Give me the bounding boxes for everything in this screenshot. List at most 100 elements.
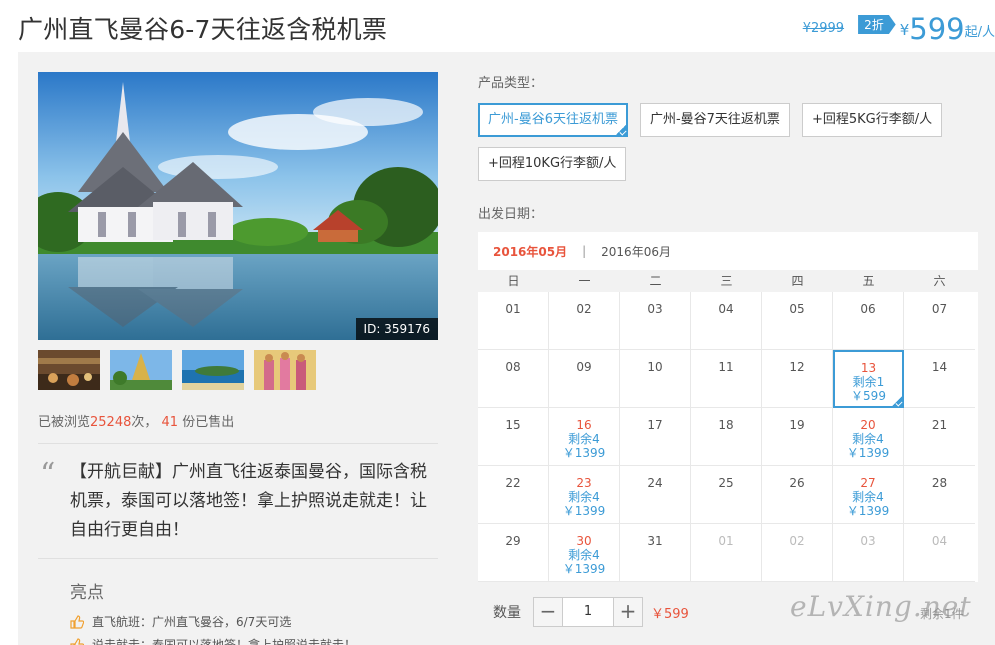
day-number: 14	[931, 360, 948, 374]
day-stock: 剩余4	[568, 490, 600, 504]
day-number: 01	[505, 302, 521, 316]
original-price: ¥2999	[802, 21, 845, 36]
weekday: 六	[933, 274, 946, 288]
day-number: 28	[931, 476, 948, 490]
calendar-day: 21	[904, 408, 975, 466]
weekday: 三	[720, 274, 733, 288]
highlight-item: 直飞航班：广州直飞曼谷，6/7天可选	[70, 613, 291, 630]
thumbnail-temple	[110, 350, 172, 390]
quantity-input[interactable]: 1	[563, 597, 613, 627]
weekday: 日	[507, 274, 520, 288]
product-option-5kg[interactable]: +回程5KG行李额/人	[801, 103, 943, 137]
calendar-day: 26	[762, 466, 833, 524]
calendar-day: 15	[478, 408, 549, 466]
calendar-day[interactable]: 30 剩余4 ￥1399	[549, 524, 620, 582]
discount-badge: 2折	[858, 15, 896, 34]
calendar-day[interactable]: 16 剩余4 ￥1399	[549, 408, 620, 466]
calendar-day[interactable]: 23 剩余4 ￥1399	[549, 466, 620, 524]
day-number: 18	[718, 418, 734, 432]
calendar-day: 03	[833, 524, 904, 582]
thumbnail[interactable]	[38, 350, 100, 390]
product-option-6day[interactable]: 广州-曼谷6天往返机票	[478, 103, 628, 137]
calendar-day: 01	[478, 292, 549, 350]
weekday: 二	[649, 274, 662, 288]
highlight-text: 直飞航班：广州直飞曼谷，6/7天可选	[92, 615, 292, 629]
sold-count: 41	[161, 415, 179, 430]
calendar-day: 02	[549, 292, 620, 350]
option-label: 广州-曼谷6天往返机票	[488, 112, 618, 127]
calendar-day: 05	[762, 292, 833, 350]
total-price: ￥599	[651, 606, 689, 622]
day-number: 01	[718, 534, 734, 548]
view-count: 25248	[90, 415, 132, 430]
calendar-day: 28	[904, 466, 975, 524]
day-number: 21	[931, 418, 948, 432]
product-type-section: 产品类型： 广州-曼谷6天往返机票 广州-曼谷7天往返机票 +回程5KG行李额/…	[478, 72, 978, 181]
product-option-10kg[interactable]: +回程10KG行李额/人	[478, 147, 627, 181]
weekday-header: 日 一 二 三 四 五 六	[478, 270, 978, 292]
month-tab-may[interactable]: 2016年05月	[493, 243, 567, 260]
current-price: 599	[909, 12, 965, 46]
image-id-label: ID: 359176	[355, 318, 438, 340]
day-price: ￥1399	[562, 446, 606, 460]
quote-icon: “	[40, 457, 56, 492]
price-box: ¥2999 2折 ¥ 599 起/人	[803, 10, 995, 44]
month-separator: |	[582, 244, 587, 258]
price-unit: 起/人	[964, 25, 995, 40]
day-number: 02	[576, 302, 592, 316]
day-number: 04	[931, 534, 948, 548]
month-tabs: 2016年05月 | 2016年06月	[478, 232, 978, 270]
day-number: 20	[860, 418, 876, 432]
quantity-plus-button[interactable]: +	[613, 597, 643, 627]
calendar-day: 08	[478, 350, 549, 408]
day-number: 12	[789, 360, 805, 374]
day-number: 04	[718, 302, 734, 316]
day-number: 27	[860, 476, 876, 490]
thumbnail[interactable]	[254, 350, 316, 390]
weekday: 一	[578, 274, 591, 288]
day-number: 09	[576, 360, 592, 374]
quantity-minus-button[interactable]: −	[533, 597, 563, 627]
calendar-day: 19	[762, 408, 833, 466]
day-number: 02	[789, 534, 805, 548]
calendar-day: 14	[904, 350, 975, 408]
thumbnail[interactable]	[182, 350, 244, 390]
calendar-day: 01	[691, 524, 762, 582]
day-price: ￥1399	[846, 446, 890, 460]
divider	[38, 443, 438, 444]
departure-date-label: 出发日期：	[478, 207, 544, 222]
day-number: 03	[647, 302, 663, 316]
option-label: 广州-曼谷7天往返机票	[649, 112, 780, 127]
weekday: 四	[791, 274, 804, 288]
calendar-day: 06	[833, 292, 904, 350]
checkmark-icon	[890, 394, 904, 408]
day-number: 24	[647, 476, 663, 490]
product-option-7day[interactable]: 广州-曼谷7天往返机票	[639, 103, 790, 137]
calendar-day: 29	[478, 524, 549, 582]
calendar-day: 11	[691, 350, 762, 408]
option-label: +回程10KG行李额/人	[488, 156, 617, 171]
calendar-day[interactable]: 27 剩余4 ￥1399	[833, 466, 904, 524]
checkmark-icon	[613, 123, 628, 137]
calendar-day[interactable]: 13 剩余1 ￥599	[833, 350, 904, 408]
day-stock: 剩余1	[852, 375, 885, 389]
page-title: 广州直飞曼谷6-7天往返含税机票	[18, 15, 388, 44]
month-tab-june[interactable]: 2016年06月	[601, 243, 671, 260]
calendar-day: 10	[620, 350, 691, 408]
day-stock: 剩余4	[568, 432, 600, 446]
stats-mid: 次，	[131, 415, 158, 430]
day-number: 05	[789, 302, 805, 316]
calendar-day[interactable]: 20 剩余4 ￥1399	[833, 408, 904, 466]
calendar-day: 18	[691, 408, 762, 466]
day-number: 13	[860, 361, 877, 375]
day-number: 11	[718, 360, 734, 374]
calendar-day: 07	[904, 292, 975, 350]
intro-text: 【开航巨献】广州直飞往返泰国曼谷，国际含税机票，泰国可以落地签！拿上护照说走就走…	[70, 462, 427, 540]
thumbnail[interactable]	[110, 350, 172, 390]
thumbnail-dancers	[254, 350, 316, 390]
main-photo[interactable]: ID: 359176	[38, 72, 438, 340]
day-stock: 剩余4	[852, 432, 884, 446]
quantity-row: 数量 − 1 + ￥599	[493, 597, 689, 627]
calendar-day: 31	[620, 524, 691, 582]
stats-prefix: 已被浏览	[38, 415, 91, 430]
